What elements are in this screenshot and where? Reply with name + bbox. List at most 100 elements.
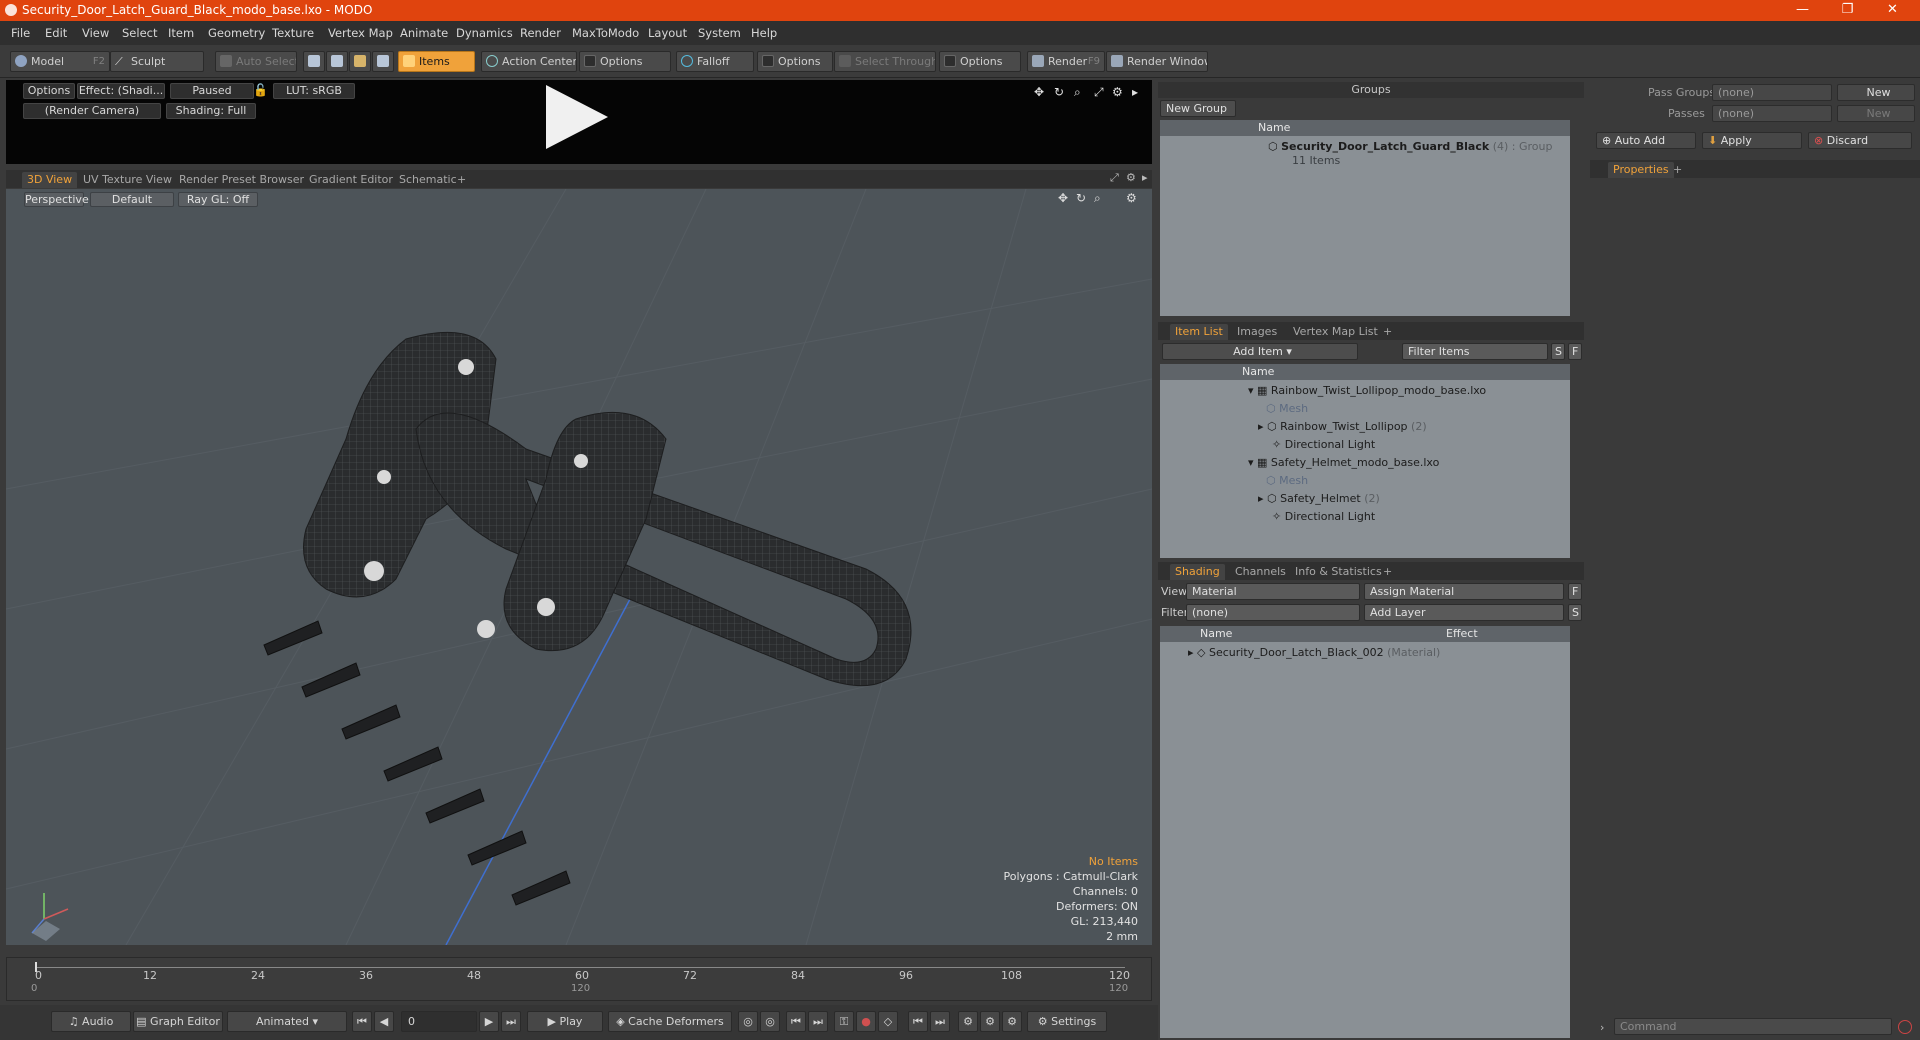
- add-layer-dropdown[interactable]: Add Layer: [1364, 604, 1564, 621]
- command-input[interactable]: Command: [1614, 1018, 1892, 1035]
- deformer-icon-2[interactable]: ⚙: [980, 1011, 1000, 1032]
- select-through-button[interactable]: Select Through: [834, 51, 936, 72]
- effect-dropdown[interactable]: Effect: (Shadi...: [77, 83, 165, 99]
- sculpt-mode-button[interactable]: ⟋ Sculpt: [110, 51, 204, 72]
- expand-arrow-icon[interactable]: ▸: [1132, 85, 1138, 99]
- tab-shading[interactable]: Shading: [1170, 564, 1225, 580]
- tab-images[interactable]: Images: [1232, 324, 1282, 340]
- menu-edit[interactable]: Edit: [45, 26, 67, 40]
- menu-view[interactable]: View: [82, 26, 109, 40]
- falloff-options-button[interactable]: Options: [757, 51, 833, 72]
- list-item[interactable]: ▸ ⬡ Rainbow_Twist_Lollipop (2): [1258, 418, 1427, 436]
- shader-tree[interactable]: [1160, 626, 1570, 1038]
- viewport-gear-icon[interactable]: ⚙: [1126, 171, 1136, 184]
- list-item[interactable]: ✧ Directional Light: [1272, 508, 1375, 526]
- filter-f-button[interactable]: F: [1568, 343, 1582, 360]
- menu-system[interactable]: System: [698, 26, 741, 40]
- tab-3d-view[interactable]: 3D View: [22, 172, 78, 188]
- menu-vertex-map[interactable]: Vertex Map: [328, 26, 393, 40]
- prev-frame-key-button[interactable]: ⏮: [908, 1011, 928, 1032]
- list-item[interactable]: ⬡ Mesh: [1266, 472, 1308, 490]
- action-center-options-button[interactable]: Options: [579, 51, 671, 72]
- items-mode-button[interactable]: Items: [398, 51, 475, 72]
- select-vertices-button[interactable]: [303, 51, 325, 72]
- filter-dropdown[interactable]: (none): [1186, 604, 1360, 621]
- menu-render[interactable]: Render: [520, 26, 561, 40]
- perspective-dropdown[interactable]: Perspective: [24, 192, 89, 207]
- menu-maxtomodo[interactable]: MaxToModo: [572, 26, 639, 40]
- zoom-icon[interactable]: ⌕: [1074, 85, 1081, 100]
- close-button[interactable]: ✕: [1870, 0, 1915, 21]
- maximize-button[interactable]: ❐: [1825, 0, 1870, 21]
- go-to-end-button[interactable]: ⏭: [501, 1011, 521, 1032]
- select-through-options-button[interactable]: Options: [939, 51, 1021, 72]
- add-properties-tab-button[interactable]: +: [1668, 162, 1687, 178]
- tab-vertex-map-list[interactable]: Vertex Map List: [1288, 324, 1383, 340]
- new-group-button[interactable]: New Group: [1160, 100, 1236, 117]
- minimize-button[interactable]: —: [1780, 0, 1825, 21]
- lock-icon[interactable]: 🔓: [253, 83, 268, 97]
- tab-properties[interactable]: Properties: [1608, 162, 1674, 178]
- falloff-button[interactable]: Falloff: [676, 51, 754, 72]
- paused-button[interactable]: Paused: [170, 83, 254, 99]
- auto-select-button[interactable]: Auto Select: [215, 51, 297, 72]
- camera-dropdown[interactable]: (Render Camera): [23, 103, 161, 119]
- add-shading-tab-button[interactable]: +: [1378, 564, 1397, 580]
- key-icon-1[interactable]: ◎: [738, 1011, 758, 1032]
- add-tab-button[interactable]: +: [452, 172, 471, 188]
- record-button[interactable]: ●: [856, 1011, 876, 1032]
- assign-material-button[interactable]: Assign Material: [1364, 583, 1564, 600]
- zoom-view-icon[interactable]: ⌕: [1094, 191, 1101, 206]
- menu-geometry[interactable]: Geometry: [208, 26, 265, 40]
- deformer-icon-3[interactable]: ⚙: [1002, 1011, 1022, 1032]
- view-dropdown[interactable]: Material: [1186, 583, 1360, 600]
- fit-icon[interactable]: ⤢: [1094, 85, 1104, 100]
- action-center-button[interactable]: Action Center: [481, 51, 577, 72]
- new-pass-group-button[interactable]: New: [1837, 84, 1915, 101]
- select-edges-button[interactable]: [326, 51, 348, 72]
- auto-add-button[interactable]: ⊕ Auto Add: [1596, 132, 1696, 149]
- orbit-icon[interactable]: ↻: [1076, 191, 1086, 205]
- deformer-icon-1[interactable]: ⚙: [958, 1011, 978, 1032]
- settings-button[interactable]: ⚙ Settings: [1027, 1011, 1107, 1032]
- tab-render-preset-browser[interactable]: Render Preset Browser: [174, 172, 309, 188]
- list-item[interactable]: ⬡ Mesh: [1266, 400, 1308, 418]
- animated-dropdown[interactable]: Animated ▾: [227, 1011, 347, 1032]
- viewport-menu-icon[interactable]: ▸: [1142, 171, 1148, 184]
- list-item[interactable]: ✧ Directional Light: [1272, 436, 1375, 454]
- settings-gear-icon[interactable]: ⚙: [1112, 85, 1123, 99]
- render-window-button[interactable]: Render Window: [1106, 51, 1208, 72]
- preview-options-button[interactable]: Options: [23, 83, 75, 99]
- play-button[interactable]: ▶ Play: [527, 1011, 603, 1032]
- default-dropdown[interactable]: Default: [90, 192, 174, 207]
- prev-key-button[interactable]: ⏮: [786, 1011, 806, 1032]
- menu-select[interactable]: Select: [122, 26, 157, 40]
- next-frame-key-button[interactable]: ⏭: [930, 1011, 950, 1032]
- play-preview-icon[interactable]: [546, 85, 608, 149]
- tab-gradient-editor[interactable]: Gradient Editor: [304, 172, 398, 188]
- timeline[interactable]: 0 12 24 36 48 60 72 84 96 108 120 0 120 …: [6, 957, 1152, 1001]
- shading-s-button[interactable]: S: [1568, 604, 1582, 621]
- new-pass-button[interactable]: New: [1837, 105, 1915, 122]
- command-clear-icon[interactable]: [1898, 1020, 1912, 1034]
- shading-f-button[interactable]: F: [1568, 583, 1582, 600]
- list-item[interactable]: ▾ ▦ Safety_Helmet_modo_base.lxo: [1248, 454, 1439, 472]
- move-icon[interactable]: ✥: [1034, 85, 1044, 99]
- pass-groups-dropdown[interactable]: (none): [1712, 84, 1832, 101]
- add-list-tab-button[interactable]: +: [1378, 324, 1397, 340]
- audio-button[interactable]: ♫ Audio: [51, 1011, 131, 1032]
- shader-row[interactable]: ▸ ◇ Security_Door_Latch_Black_002 (Mater…: [1188, 644, 1440, 662]
- tab-info-statistics[interactable]: Info & Statistics: [1290, 564, 1387, 580]
- menu-texture[interactable]: Texture: [272, 26, 314, 40]
- list-item[interactable]: ▸ ⬡ Safety_Helmet (2): [1258, 490, 1380, 508]
- key-options-button[interactable]: ◇: [878, 1011, 898, 1032]
- graph-editor-button[interactable]: ▤ Graph Editor: [133, 1011, 223, 1032]
- rotate-icon[interactable]: ↻: [1054, 85, 1064, 99]
- list-item[interactable]: ▾ ▦ Rainbow_Twist_Lollipop_modo_base.lxo: [1248, 382, 1486, 400]
- raygl-dropdown[interactable]: Ray GL: Off: [178, 192, 258, 207]
- menu-layout[interactable]: Layout: [648, 26, 687, 40]
- maximize-viewport-icon[interactable]: ⤢: [1110, 171, 1119, 185]
- menu-dynamics[interactable]: Dynamics: [456, 26, 513, 40]
- discard-button[interactable]: ⊗ Discard: [1808, 132, 1912, 149]
- tab-channels[interactable]: Channels: [1230, 564, 1291, 580]
